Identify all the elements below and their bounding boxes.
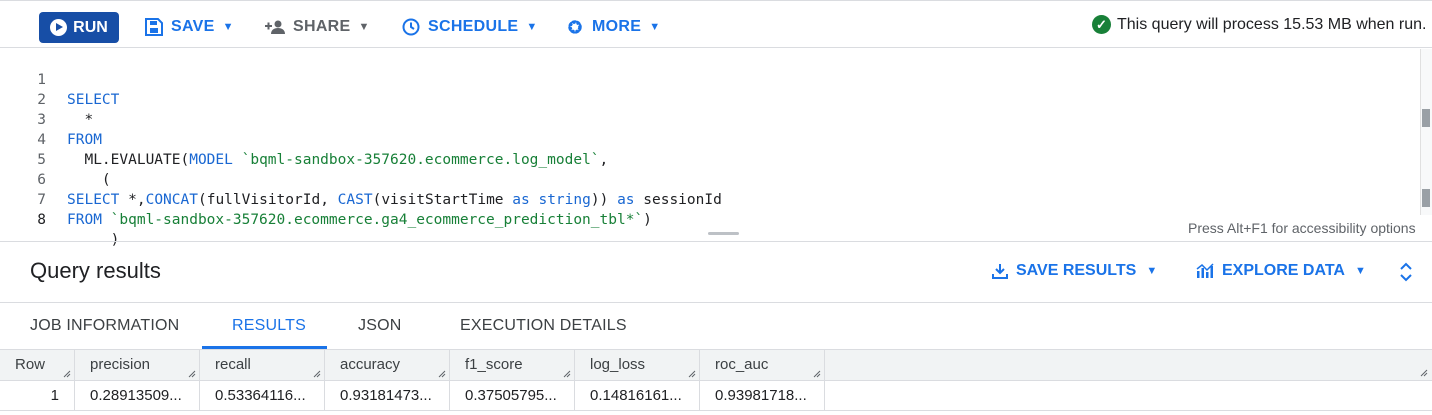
tab-execution-details[interactable]: EXECUTION DETAILS [460,317,627,335]
download-icon [992,263,1008,279]
code-line: 5 ( [0,130,1420,188]
table-cell-roc-auc[interactable]: 0.93981718... [700,381,825,411]
save-label: SAVE [171,18,215,35]
column-header-label: recall [215,356,251,373]
column-header-roc-auc[interactable]: roc_auc [700,350,825,381]
code-line: 6 SELECT *,CONCAT(fullVisitorId, CAST(vi… [0,150,1420,208]
explore-data-label: EXPLORE DATA [1222,262,1345,279]
code-line: 1 SELECT [0,50,1420,108]
divider [0,302,1432,303]
column-header-f1-score[interactable]: f1_score [450,350,575,381]
line-number: 8 [37,212,46,228]
resize-grip-icon[interactable] [438,370,446,378]
resize-grip-icon[interactable] [63,370,71,378]
chevron-down-icon: ▼ [1146,265,1158,277]
check-circle-icon: ✓ [1092,15,1111,34]
resize-grip-icon[interactable] [813,370,821,378]
column-header-label: f1_score [465,356,523,373]
tab-json[interactable]: JSON [358,317,401,335]
save-results-button[interactable]: SAVE RESULTS ▼ [992,262,1157,280]
column-header-recall[interactable]: recall [200,350,325,381]
results-table-header: Row precision recall accuracy f1_score l… [0,350,1432,381]
column-header-label: roc_auc [715,356,769,373]
table-cell-recall[interactable]: 0.53364116... [200,381,325,411]
code-line: 8 ) [0,190,1420,248]
status-text: This query will process 15.53 MB when ru… [1117,15,1427,33]
chevron-down-icon: ▼ [1354,265,1366,277]
column-header-precision[interactable]: precision [75,350,200,381]
scroll-marker [1422,109,1430,127]
clock-icon [402,18,420,36]
share-label: SHARE [293,18,351,35]
row-number-cell: 1 [0,381,75,411]
schedule-button[interactable]: SCHEDULE ▼ [402,12,538,42]
table-cell-f1-score[interactable]: 0.37505795... [450,381,575,411]
sql-editor[interactable]: 1 SELECT 2 * 3 FROM 4 ML.EVALUATE(MODEL … [0,49,1432,248]
share-button[interactable]: SHARE ▼ [265,12,370,42]
divider [0,241,1432,242]
column-header-accuracy[interactable]: accuracy [325,350,450,381]
explore-data-button[interactable]: EXPLORE DATA ▼ [1196,262,1366,280]
gear-icon [566,18,584,36]
column-header-label: log_loss [590,356,646,373]
play-icon [50,19,68,36]
column-header-log-loss[interactable]: log_loss [575,350,700,381]
query-validation-status: ✓ This query will process 15.53 MB when … [1092,15,1426,34]
chevron-down-icon: ▼ [358,21,370,33]
table-row: 1 0.28913509... 0.53364116... 0.93181473… [0,381,1432,411]
save-button[interactable]: SAVE ▼ [145,12,234,42]
chart-icon [1196,263,1214,279]
tab-results[interactable]: RESULTS [232,317,306,335]
code-token: ) [643,212,652,228]
schedule-label: SCHEDULE [428,18,519,35]
resize-grip-icon[interactable] [563,370,571,378]
query-toolbar: RUN SAVE ▼ SHARE ▼ SCHEDULE ▼ MORE ▼ ✓ T… [0,0,1432,48]
table-cell-precision[interactable]: 0.28913509... [75,381,200,411]
scroll-marker [1422,189,1430,207]
code-line: 3 FROM [0,90,1420,148]
save-icon [145,18,163,36]
code-line: 2 * [0,70,1420,128]
column-header-label: Row [15,356,46,373]
more-label: MORE [592,18,642,35]
results-title: Query results [30,258,161,283]
resize-grip-icon[interactable] [313,370,321,378]
column-header-label: accuracy [340,356,401,373]
chevron-down-icon: ▼ [526,21,538,33]
resize-grip-icon[interactable] [1420,369,1428,377]
run-button[interactable]: RUN [39,12,119,43]
code-token: FROM [67,212,102,228]
accessibility-hint: Press Alt+F1 for accessibility options [1188,220,1416,236]
tab-job-information[interactable]: JOB INFORMATION [30,317,179,335]
code-token: `bqml-sandbox-357620.ecommerce.ga4_ecomm… [101,212,644,228]
more-button[interactable]: MORE ▼ [566,12,660,42]
panel-resize-handle[interactable] [708,232,739,235]
chevron-down-icon: ▼ [222,21,234,33]
table-cell-accuracy[interactable]: 0.93181473... [325,381,450,411]
column-header-label: precision [90,356,151,373]
code-token: ) [67,232,120,248]
code-line: 7 FROM `bqml-sandbox-357620.ecommerce.ga… [0,170,1420,228]
run-label: RUN [73,18,108,36]
code-line: 4 ML.EVALUATE(MODEL `bqml-sandbox-357620… [0,110,1420,168]
chevron-down-icon: ▼ [649,21,661,33]
save-results-label: SAVE RESULTS [1016,262,1137,279]
table-cell-log-loss[interactable]: 0.14816161... [575,381,700,411]
column-header-row[interactable]: Row [0,350,75,381]
add-person-icon [265,19,285,35]
expand-collapse-icon[interactable] [1398,262,1414,282]
resize-grip-icon[interactable] [188,370,196,378]
editor-scrollbar[interactable] [1420,49,1432,215]
resize-grip-icon[interactable] [688,370,696,378]
